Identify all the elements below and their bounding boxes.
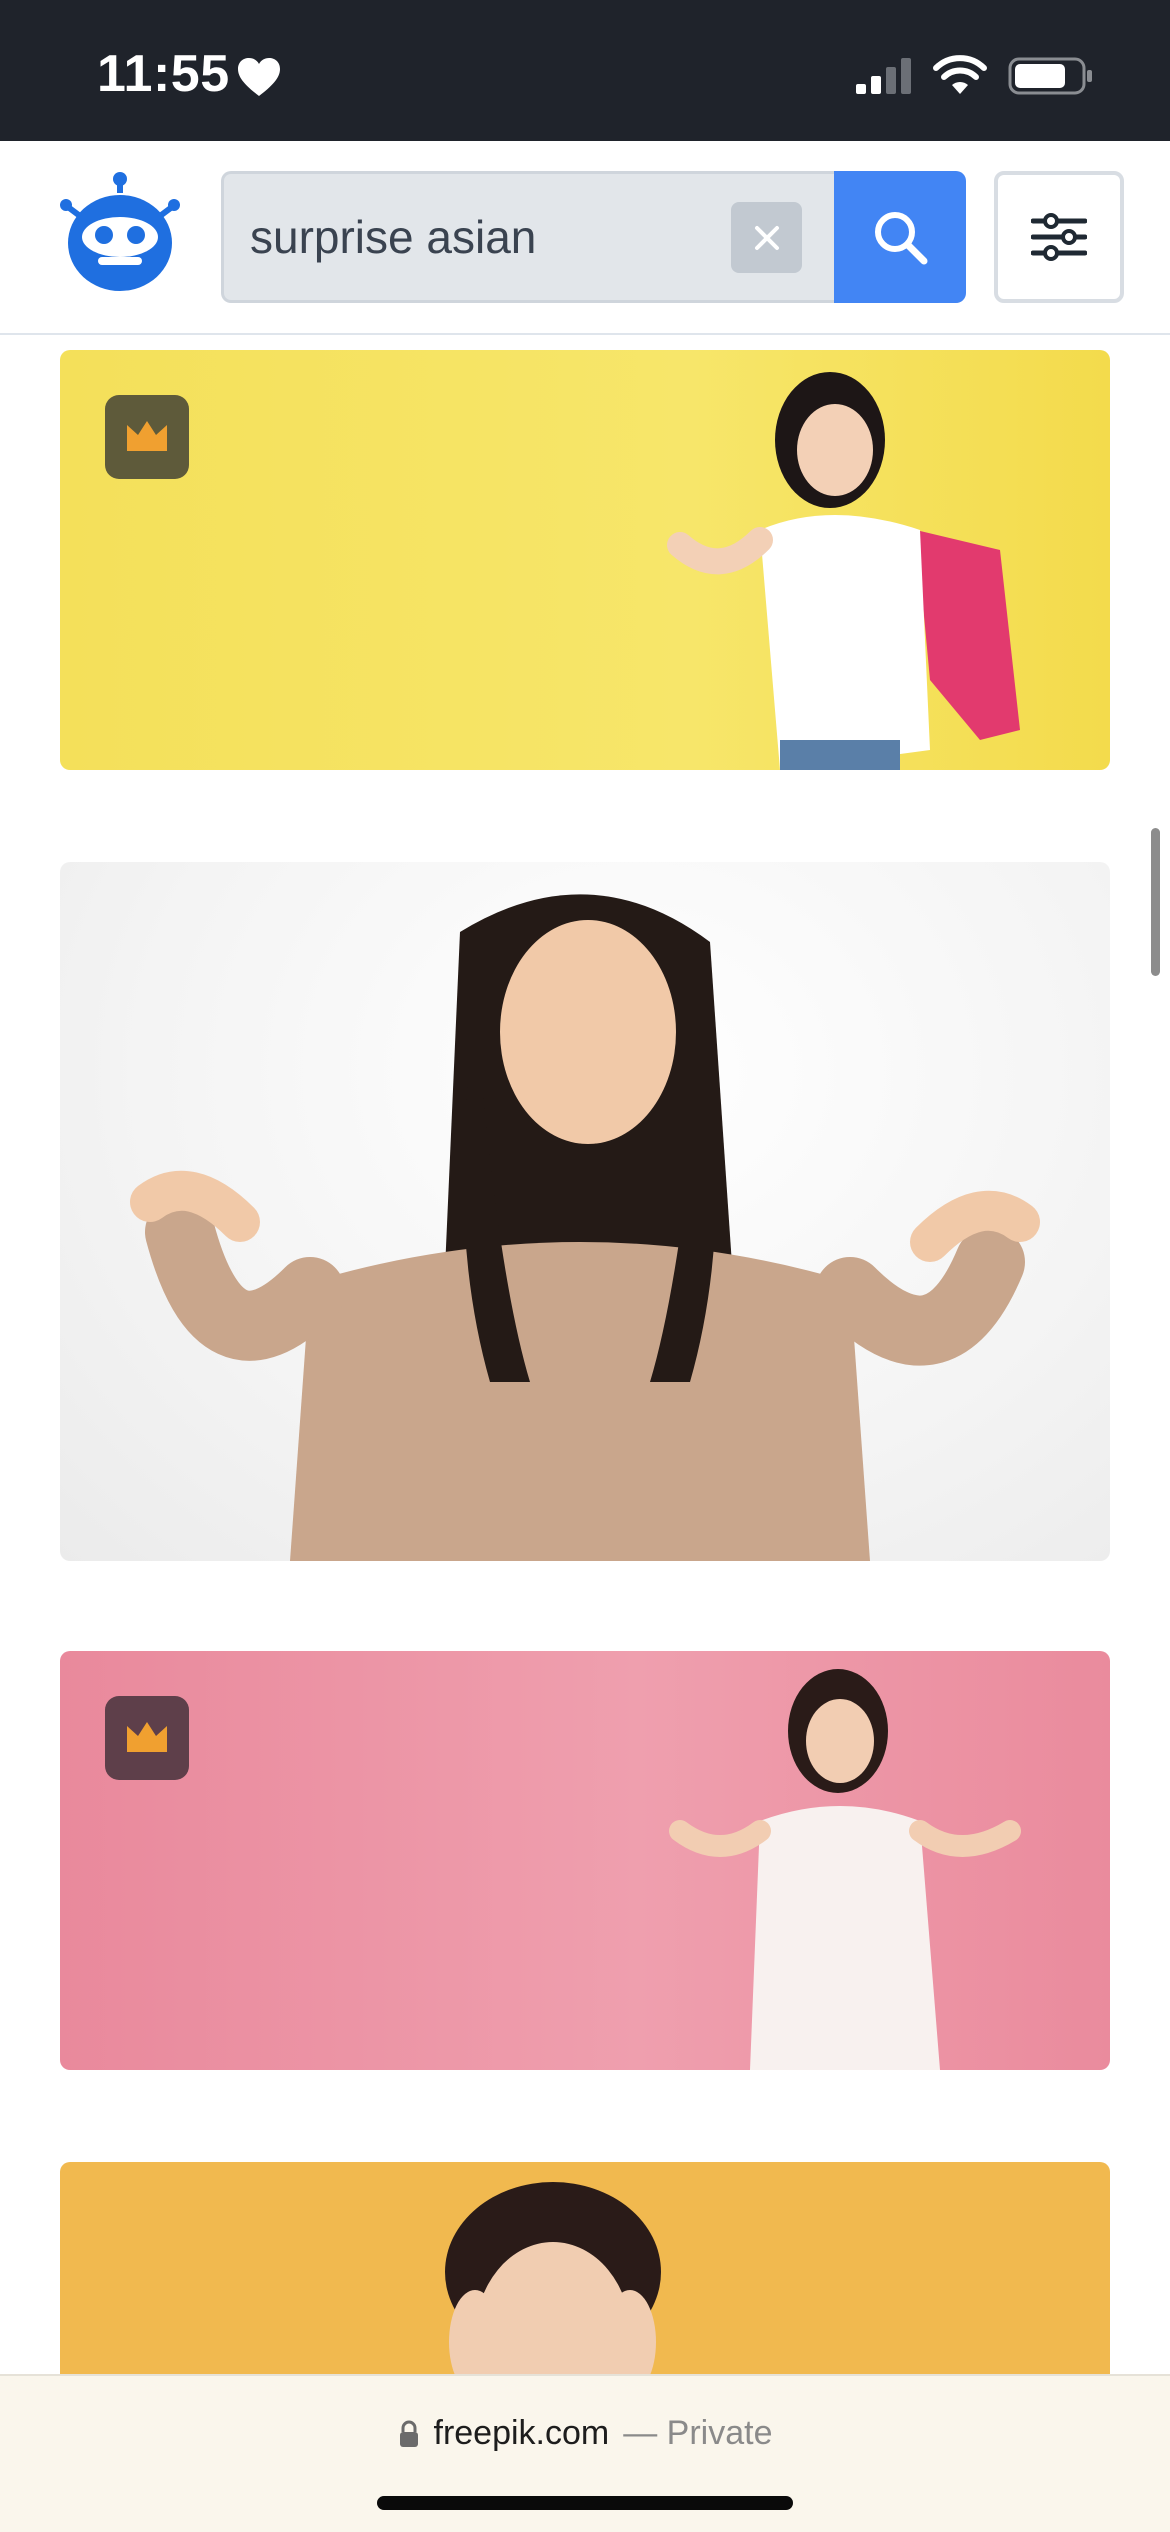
url-row[interactable]: freepik.com — Private [0,2414,1170,2453]
filter-button[interactable] [994,171,1124,303]
search-icon [875,212,928,265]
result-image-2[interactable] [60,862,1110,1561]
lock-icon [399,2420,418,2447]
app-header: surprise asian [0,141,1170,335]
robot-logo-icon[interactable] [58,171,182,295]
battery-icon [1008,57,1092,95]
search-button[interactable] [834,171,966,303]
heart-icon [238,58,280,96]
scrollbar-thumb[interactable] [1151,828,1160,976]
url-domain: freepik.com [433,2414,610,2452]
search-box: surprise asian [221,171,836,303]
result-image-3[interactable] [60,1651,1110,2070]
wifi-icon [933,55,987,94]
premium-badge [105,1696,189,1780]
photo-woman-dress [669,1669,1021,2070]
clear-search-button[interactable] [731,202,802,273]
private-mode-label: — Private [623,2414,773,2452]
result-image-1[interactable] [60,350,1110,770]
home-indicator[interactable] [377,2496,793,2510]
premium-badge [105,395,189,479]
status-bar: 11:55 [0,0,1170,141]
photo-woman-shrugging [130,894,1040,1561]
crown-icon [127,421,167,451]
sliders-icon [1031,213,1087,261]
photo-woman-shopping-bag [667,372,1020,770]
status-time: 11:55 [97,45,230,103]
crown-icon [127,1722,167,1752]
cellular-signal-icon [856,58,911,94]
close-icon [754,225,779,250]
search-input[interactable]: surprise asian [250,174,690,300]
browser-address-bar[interactable]: freepik.com — Private [0,2374,1170,2532]
